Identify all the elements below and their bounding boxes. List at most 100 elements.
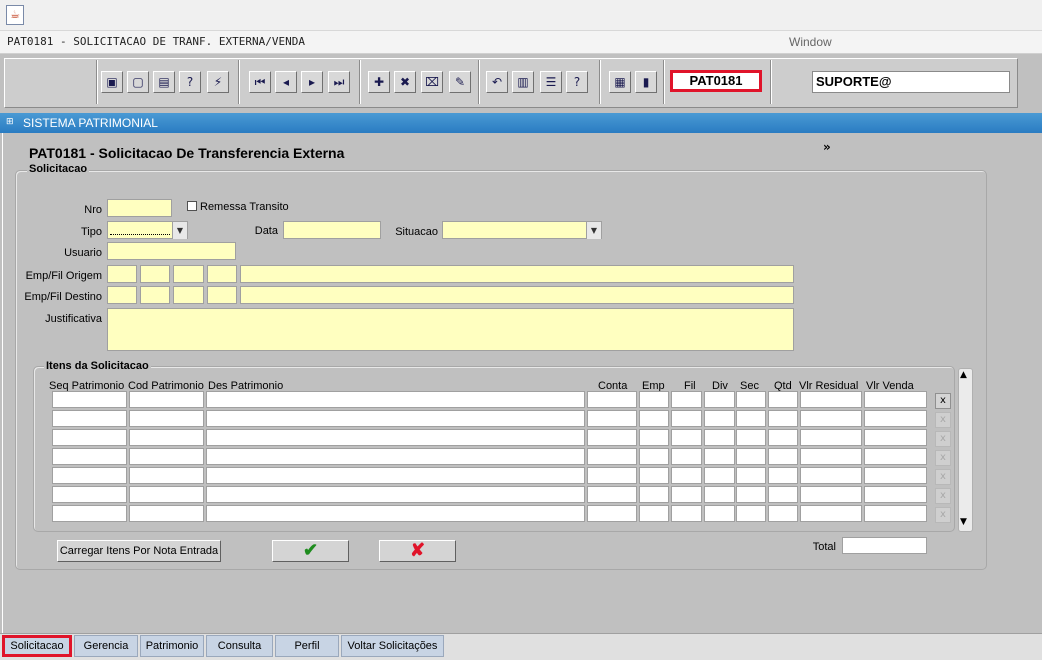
item-cell[interactable] bbox=[671, 410, 702, 427]
copy-icon[interactable]: ▥ bbox=[512, 71, 534, 93]
save-icon[interactable]: ▣ bbox=[101, 71, 123, 93]
item-cell[interactable] bbox=[736, 448, 766, 465]
delete-record-icon[interactable]: ✖ bbox=[394, 71, 416, 93]
item-cell[interactable] bbox=[704, 448, 735, 465]
delete-row-button[interactable]: x bbox=[935, 412, 951, 428]
nro-input[interactable] bbox=[107, 199, 172, 217]
first-record-icon[interactable]: ⏮ bbox=[249, 71, 271, 93]
remessa-checkbox[interactable] bbox=[187, 201, 197, 211]
destino-fil-input[interactable] bbox=[140, 286, 170, 304]
item-cell[interactable] bbox=[671, 505, 702, 522]
item-cell[interactable] bbox=[800, 486, 862, 503]
items-scrollbar[interactable] bbox=[958, 368, 973, 532]
item-cell[interactable] bbox=[768, 448, 798, 465]
green-check-icon[interactable]: ✔ bbox=[272, 540, 349, 562]
item-cell[interactable] bbox=[639, 429, 669, 446]
item-cell[interactable] bbox=[671, 467, 702, 484]
item-cell[interactable] bbox=[52, 467, 127, 484]
origem-code-input[interactable] bbox=[173, 265, 204, 283]
item-cell[interactable] bbox=[736, 429, 766, 446]
item-cell[interactable] bbox=[671, 448, 702, 465]
item-cell[interactable] bbox=[736, 486, 766, 503]
item-cell[interactable] bbox=[206, 486, 585, 503]
item-cell[interactable] bbox=[639, 410, 669, 427]
scroll-down-icon[interactable]: ▼ bbox=[960, 517, 967, 527]
delete-row-button[interactable]: x bbox=[935, 431, 951, 447]
item-cell[interactable] bbox=[129, 429, 204, 446]
item-cell[interactable] bbox=[864, 410, 927, 427]
destino-code-input[interactable] bbox=[173, 286, 204, 304]
item-cell[interactable] bbox=[587, 505, 637, 522]
insert-record-icon[interactable]: ✚ bbox=[368, 71, 390, 93]
item-cell[interactable] bbox=[768, 429, 798, 446]
item-cell[interactable] bbox=[587, 429, 637, 446]
delete-row-button[interactable]: x bbox=[935, 393, 951, 409]
item-cell[interactable] bbox=[52, 486, 127, 503]
item-cell[interactable] bbox=[587, 486, 637, 503]
menu-icon[interactable]: ▦ bbox=[609, 71, 631, 93]
item-cell[interactable] bbox=[704, 410, 735, 427]
item-cell[interactable] bbox=[864, 486, 927, 503]
destino-desc-input[interactable] bbox=[240, 286, 794, 304]
item-cell[interactable] bbox=[768, 391, 798, 408]
delete-row-button[interactable]: x bbox=[935, 469, 951, 485]
collapse-icon[interactable]: ⊞ bbox=[6, 117, 17, 128]
item-cell[interactable] bbox=[129, 410, 204, 427]
red-x-icon[interactable]: ✘ bbox=[379, 540, 456, 562]
item-cell[interactable] bbox=[800, 505, 862, 522]
clear-icon[interactable]: ⌧ bbox=[421, 71, 443, 93]
item-cell[interactable] bbox=[587, 410, 637, 427]
item-cell[interactable] bbox=[800, 391, 862, 408]
edit-icon[interactable]: ✎ bbox=[449, 71, 471, 93]
origem-code2-input[interactable] bbox=[207, 265, 237, 283]
tab-perfil[interactable]: Perfil bbox=[275, 635, 339, 657]
item-cell[interactable] bbox=[800, 448, 862, 465]
tab-voltar-solicitacoes[interactable]: Voltar Solicitações bbox=[341, 635, 444, 657]
item-cell[interactable] bbox=[129, 391, 204, 408]
print-icon[interactable]: ▤ bbox=[153, 71, 175, 93]
item-cell[interactable] bbox=[129, 505, 204, 522]
item-cell[interactable] bbox=[639, 448, 669, 465]
item-cell[interactable] bbox=[736, 391, 766, 408]
tab-consulta[interactable]: Consulta bbox=[206, 635, 273, 657]
last-record-icon[interactable]: ⏭ bbox=[328, 71, 350, 93]
item-cell[interactable] bbox=[52, 391, 127, 408]
item-cell[interactable] bbox=[864, 391, 927, 408]
item-cell[interactable] bbox=[736, 467, 766, 484]
item-cell[interactable] bbox=[671, 429, 702, 446]
item-cell[interactable] bbox=[129, 467, 204, 484]
item-cell[interactable] bbox=[52, 448, 127, 465]
justificativa-textarea[interactable] bbox=[107, 308, 794, 351]
item-cell[interactable] bbox=[800, 429, 862, 446]
tipo-dropdown-icon[interactable]: ▼ bbox=[172, 222, 187, 239]
origem-desc-input[interactable] bbox=[240, 265, 794, 283]
item-cell[interactable] bbox=[736, 410, 766, 427]
item-cell[interactable] bbox=[864, 467, 927, 484]
item-cell[interactable] bbox=[639, 486, 669, 503]
item-cell[interactable] bbox=[864, 448, 927, 465]
execute-query-icon[interactable]: ⚡ bbox=[207, 71, 229, 93]
java-icon[interactable]: ☕ bbox=[6, 5, 24, 25]
item-cell[interactable] bbox=[206, 391, 585, 408]
item-cell[interactable] bbox=[587, 448, 637, 465]
item-cell[interactable] bbox=[864, 505, 927, 522]
item-cell[interactable] bbox=[671, 391, 702, 408]
item-cell[interactable] bbox=[704, 429, 735, 446]
item-cell[interactable] bbox=[736, 505, 766, 522]
undo-icon[interactable]: ↶ bbox=[486, 71, 508, 93]
help-icon[interactable]: ? bbox=[566, 71, 588, 93]
query-icon[interactable]: ? bbox=[179, 71, 201, 93]
item-cell[interactable] bbox=[639, 505, 669, 522]
data-input[interactable] bbox=[283, 221, 381, 239]
item-cell[interactable] bbox=[206, 410, 585, 427]
item-cell[interactable] bbox=[129, 448, 204, 465]
next-record-icon[interactable]: ▸ bbox=[301, 71, 323, 93]
situacao-dropdown-icon[interactable]: ▼ bbox=[586, 222, 601, 239]
tab-solicitacao[interactable]: Solicitacao bbox=[2, 635, 72, 657]
item-cell[interactable] bbox=[704, 391, 735, 408]
item-cell[interactable] bbox=[704, 467, 735, 484]
item-cell[interactable] bbox=[129, 486, 204, 503]
item-cell[interactable] bbox=[206, 467, 585, 484]
item-cell[interactable] bbox=[704, 505, 735, 522]
list-values-icon[interactable]: ☰ bbox=[540, 71, 562, 93]
